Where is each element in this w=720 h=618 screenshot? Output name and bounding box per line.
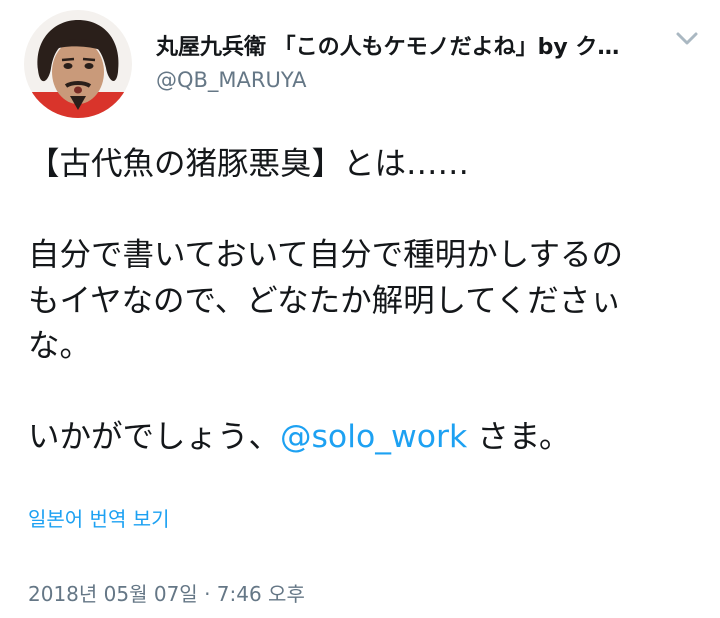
author-display-name[interactable]: 丸屋九兵衛 「この人もケモノだよね」by ク…	[156, 33, 646, 63]
mention-link[interactable]: @solo_work	[280, 419, 467, 455]
author-avatar[interactable]	[24, 10, 132, 118]
chevron-down-icon	[676, 32, 698, 45]
avatar-photo-icon	[24, 10, 132, 118]
tweet-card: 丸屋九兵衛 「この人もケモノだよね」by ク… @QB_MARUYA 【古代魚の…	[0, 0, 720, 618]
tweet-text: 【古代魚の猪豚悪臭】とは…… 自分で書いておいて自分で種明かしするの もイヤなの…	[28, 142, 692, 461]
tweet-spacer	[28, 188, 692, 234]
author-handle[interactable]: @QB_MARUYA	[156, 66, 306, 94]
tweet-line-mention: いかがでしょう、@solo_work さま。	[28, 415, 692, 461]
tweet-text-prefix: いかがでしょう、	[28, 419, 281, 455]
tweet-line: 自分で書いておいて自分で種明かしするの	[28, 237, 624, 273]
translate-tweet-link[interactable]: 일본어 번역 보기	[28, 505, 170, 533]
tweet-text-suffix: さま。	[467, 419, 571, 455]
tweet-line: もイヤなので、どなたか解明してくださぃ	[28, 282, 622, 319]
tweet-spacer	[28, 370, 692, 416]
tweet-menu-button[interactable]	[672, 26, 702, 50]
tweet-timestamp: 2018년 05월 07일 · 7:46 오후	[28, 582, 305, 606]
tweet-line: 【古代魚の猪豚悪臭】とは……	[28, 146, 470, 182]
tweet-line: な。	[28, 328, 92, 364]
